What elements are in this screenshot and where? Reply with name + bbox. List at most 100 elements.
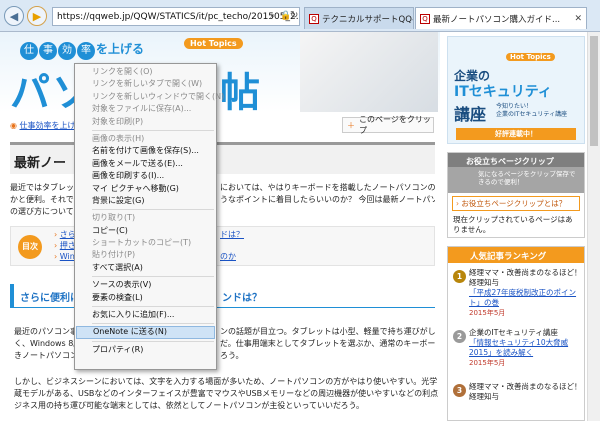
forward-icon[interactable]: ▶ xyxy=(27,6,47,26)
rank-date: 2015年5月 xyxy=(469,309,506,317)
tab-label: 最新ノートパソコン購入ガイド... xyxy=(433,14,561,25)
rank-link[interactable]: 「平成27年度税制改正のポイント」の巻 xyxy=(469,288,583,308)
text-line: く、Windows 8/ xyxy=(14,339,77,348)
ad-tagline: 今知りたい！ 企業のITセキュリティ講座 xyxy=(496,103,567,119)
menu-item[interactable]: リンクを新しいウィンドウで開く(N) xyxy=(76,91,224,103)
text-line: 最近のパソコン事 xyxy=(14,327,78,336)
hot-topics-badge: Hot Topics xyxy=(184,38,243,49)
intro-text-left: 最近ではタブレッ かと便利。それで の選び方について xyxy=(10,182,74,218)
toc-link-right[interactable]: のか xyxy=(220,251,236,262)
tab-qqweb[interactable]: Q テクニカルサポートQQ-Web あ... xyxy=(304,7,414,29)
site-favicon-icon: Q xyxy=(420,13,430,24)
breadcrumb-link[interactable]: 仕事効率を上げ xyxy=(20,121,76,130)
rank-link[interactable]: 「情報セキュリティ10大脅威2015」を読み解く xyxy=(469,338,583,358)
body-text-left: 最近のパソコン事 く、Windows 8/ きノートパソコン xyxy=(14,326,78,362)
home-icon: ◉ xyxy=(10,121,17,130)
rank-date: 2015年5月 xyxy=(469,359,506,367)
menu-item[interactable]: リンクを新しいタブで開く(W) xyxy=(76,78,215,90)
toc-link-right[interactable]: ドは？ xyxy=(220,229,244,240)
refresh-icon[interactable]: ↻ xyxy=(290,10,298,21)
text-line: だ。仕事用端末としてタブレットを選ぶか、通常のキーボード付 xyxy=(220,339,435,348)
ad-tagline-2: 企業のITセキュリティ講座 xyxy=(496,111,568,118)
text-line: ジネス用の持ち運び可能な端末としては、依然としてノートパソコンが主役といっていい… xyxy=(14,401,364,410)
address-bar[interactable]: https://qqweb.jp/QQW/STATICS/it/pc_techo… xyxy=(52,7,300,26)
security-ad[interactable]: Hot Topics 企業の ITセキュリティ 講座 今知りたい！ 企業のITセ… xyxy=(447,36,585,144)
menu-separator xyxy=(92,306,214,308)
menu-item[interactable]: OneNote に送る(N) xyxy=(76,326,215,339)
menu-item[interactable]: 背景に設定(G) xyxy=(76,195,215,207)
vertical-scrollbar[interactable] xyxy=(587,32,600,421)
rank-number: 3 xyxy=(453,384,466,397)
menu-item[interactable]: すべて選択(A) xyxy=(76,262,215,274)
banner-tagline: 仕事効率を上げる xyxy=(20,40,144,60)
menu-separator xyxy=(92,340,214,342)
ranking-item[interactable]: 3 経理ママ・改善尚まのなるほど！経理知与 xyxy=(453,382,583,412)
url-text[interactable]: https://qqweb.jp/QQW/STATICS/it/pc_techo… xyxy=(57,12,299,22)
scrollbar-thumb[interactable] xyxy=(590,36,598,146)
banner-suffix: を上げる xyxy=(96,42,145,56)
text-line: しかし、ビジネスシーンにおいては、文字を入力する場面が多いため、ノートパソコンの… xyxy=(14,377,439,386)
close-tab-icon[interactable]: ✕ xyxy=(574,14,582,24)
menu-item[interactable]: ショートカットのコピー(T) xyxy=(76,237,215,249)
arrow-icon: › xyxy=(456,199,459,208)
menu-item[interactable]: 貼り付け(P) xyxy=(76,249,215,261)
menu-item[interactable]: 画像をメールで送る(E)... xyxy=(76,158,215,170)
tab-label: テクニカルサポートQQ-Web あ... xyxy=(322,14,413,25)
menu-item[interactable]: 対象をファイルに保存(A)... xyxy=(76,103,215,115)
menu-item[interactable]: ソースの表示(V) xyxy=(76,279,215,291)
text-line: の選び方について xyxy=(10,207,74,216)
ranking-title: 人気記事ランキング xyxy=(448,247,584,263)
text-line: 最近ではタブレッ xyxy=(10,183,74,192)
menu-item[interactable]: コピー(C) xyxy=(76,225,215,237)
menu-item[interactable]: 画像の表示(H) xyxy=(76,133,215,145)
menu-item[interactable]: リンクを開く(O) xyxy=(76,66,215,78)
menu-separator xyxy=(92,276,214,278)
clip-page-button[interactable]: ＋ このページをクリップ xyxy=(342,115,434,135)
menu-item[interactable]: 要素の検査(L) xyxy=(76,292,215,304)
ad-tagline-1: 今知りたい！ xyxy=(496,103,533,110)
toc-link[interactable]: Win xyxy=(60,252,75,261)
body-text-2: しかし、ビジネスシーンにおいては、文字を入力する場面が多いため、ノートパソコンの… xyxy=(14,376,439,412)
site-favicon-icon: Q xyxy=(309,13,319,24)
menu-item[interactable]: マイ ピクチャへ移動(G) xyxy=(76,183,215,195)
back-icon[interactable]: ◀ xyxy=(4,6,24,26)
clip-box: お役立ちページクリップ 気になるページをクリップ保存できるので便利！ › お役立… xyxy=(447,152,585,238)
menu-item[interactable]: お気に入りに追加(F)... xyxy=(76,309,215,321)
clip-box-title: お役立ちページクリップ xyxy=(448,153,584,167)
menu-item[interactable]: プロパティ(R) xyxy=(76,344,215,356)
rank-category: 経理ママ・改善尚まのなるほど！経理知与 xyxy=(469,382,582,401)
toc-links[interactable]: › さら › 押さ › Win xyxy=(54,229,76,262)
clip-box-desc: 気になるページをクリップ保存できるので便利！ xyxy=(448,167,584,193)
plus-icon: ＋ xyxy=(347,120,355,130)
ad-button[interactable]: 好評連載中！ xyxy=(456,128,576,140)
menu-separator xyxy=(92,209,214,211)
circle-char: 効 xyxy=(58,42,76,60)
rank-category: 経理ママ・改善尚まのなるほど！経理知与 xyxy=(469,268,582,287)
menu-item[interactable]: 切り取り(T) xyxy=(76,212,215,224)
clip-box-link-label[interactable]: お役立ちページクリップとは？ xyxy=(461,199,566,208)
ad-line3: 講座 xyxy=(454,105,487,124)
circle-char: 率 xyxy=(77,42,95,60)
tab-active[interactable]: Q 最新ノートパソコン購入ガイド... ✕ xyxy=(415,7,587,29)
rank-number: 2 xyxy=(453,330,466,343)
ranking-item[interactable]: 2 企業のITセキュリティ講座 「情報セキュリティ10大脅威2015」を読み解く… xyxy=(453,328,583,382)
circle-char: 仕 xyxy=(20,42,38,60)
clip-box-link[interactable]: › お役立ちページクリップとは？ xyxy=(452,196,580,211)
laptop-image xyxy=(300,32,438,112)
ad-hot-badge: Hot Topics xyxy=(506,53,555,61)
menu-separator xyxy=(92,323,214,325)
ranking-item[interactable]: 1 経理ママ・改善尚まのなるほど！経理知与 「平成27年度税制改正のポイント」の… xyxy=(453,268,583,328)
clip-page-label: このページをクリップ xyxy=(359,115,431,135)
rank-category: 企業のITセキュリティ講座 xyxy=(469,328,558,337)
breadcrumb[interactable]: ◉ 仕事効率を上げ xyxy=(10,120,76,131)
menu-item[interactable]: 名前を付けて画像を保存(S)... xyxy=(76,145,215,157)
section-heading-right: ンドは？ xyxy=(222,293,262,304)
ad-line2: ITセキュリティ xyxy=(454,84,552,100)
menu-item[interactable]: 対象を印刷(P) xyxy=(76,116,215,128)
menu-separator xyxy=(92,129,214,131)
toc-label: 目次 xyxy=(18,235,42,259)
menu-item[interactable]: 画像を印刷する(I)... xyxy=(76,170,215,182)
text-line: においては、やはりキーボードを搭載したノートパソコンの方が何 xyxy=(220,183,435,192)
search-icon[interactable]: ⌕ xyxy=(270,11,275,21)
text-line: うなポイントに着目したらいいのか？ 今回は最新ノートパソコン xyxy=(220,195,435,204)
